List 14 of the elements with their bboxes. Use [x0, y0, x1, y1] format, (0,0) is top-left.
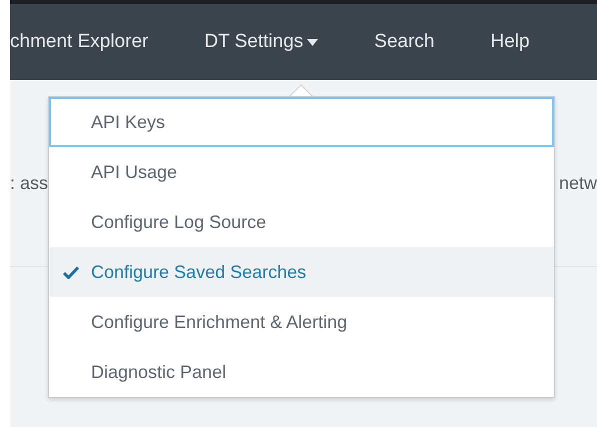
check-icon: [63, 266, 79, 278]
nav-link[interactable]: Search: [374, 31, 434, 53]
menu-item[interactable]: Configure Saved Searches: [49, 247, 554, 297]
menu-item[interactable]: Configure Enrichment & Alerting: [49, 297, 554, 347]
menu-item[interactable]: Diagnostic Panel: [49, 347, 554, 397]
menu-item[interactable]: API Keys: [49, 97, 554, 147]
body-text: : ass: [10, 172, 48, 194]
body-text: netw: [558, 172, 597, 194]
menu-item[interactable]: API Usage: [49, 147, 554, 197]
caret-icon: [307, 38, 318, 46]
nav-link[interactable]: chment Explorer: [10, 31, 148, 53]
menu-item[interactable]: Configure Log Source: [49, 197, 554, 247]
nav-link[interactable]: Help: [490, 31, 530, 53]
nav-link[interactable]: DT Settings: [204, 31, 318, 53]
